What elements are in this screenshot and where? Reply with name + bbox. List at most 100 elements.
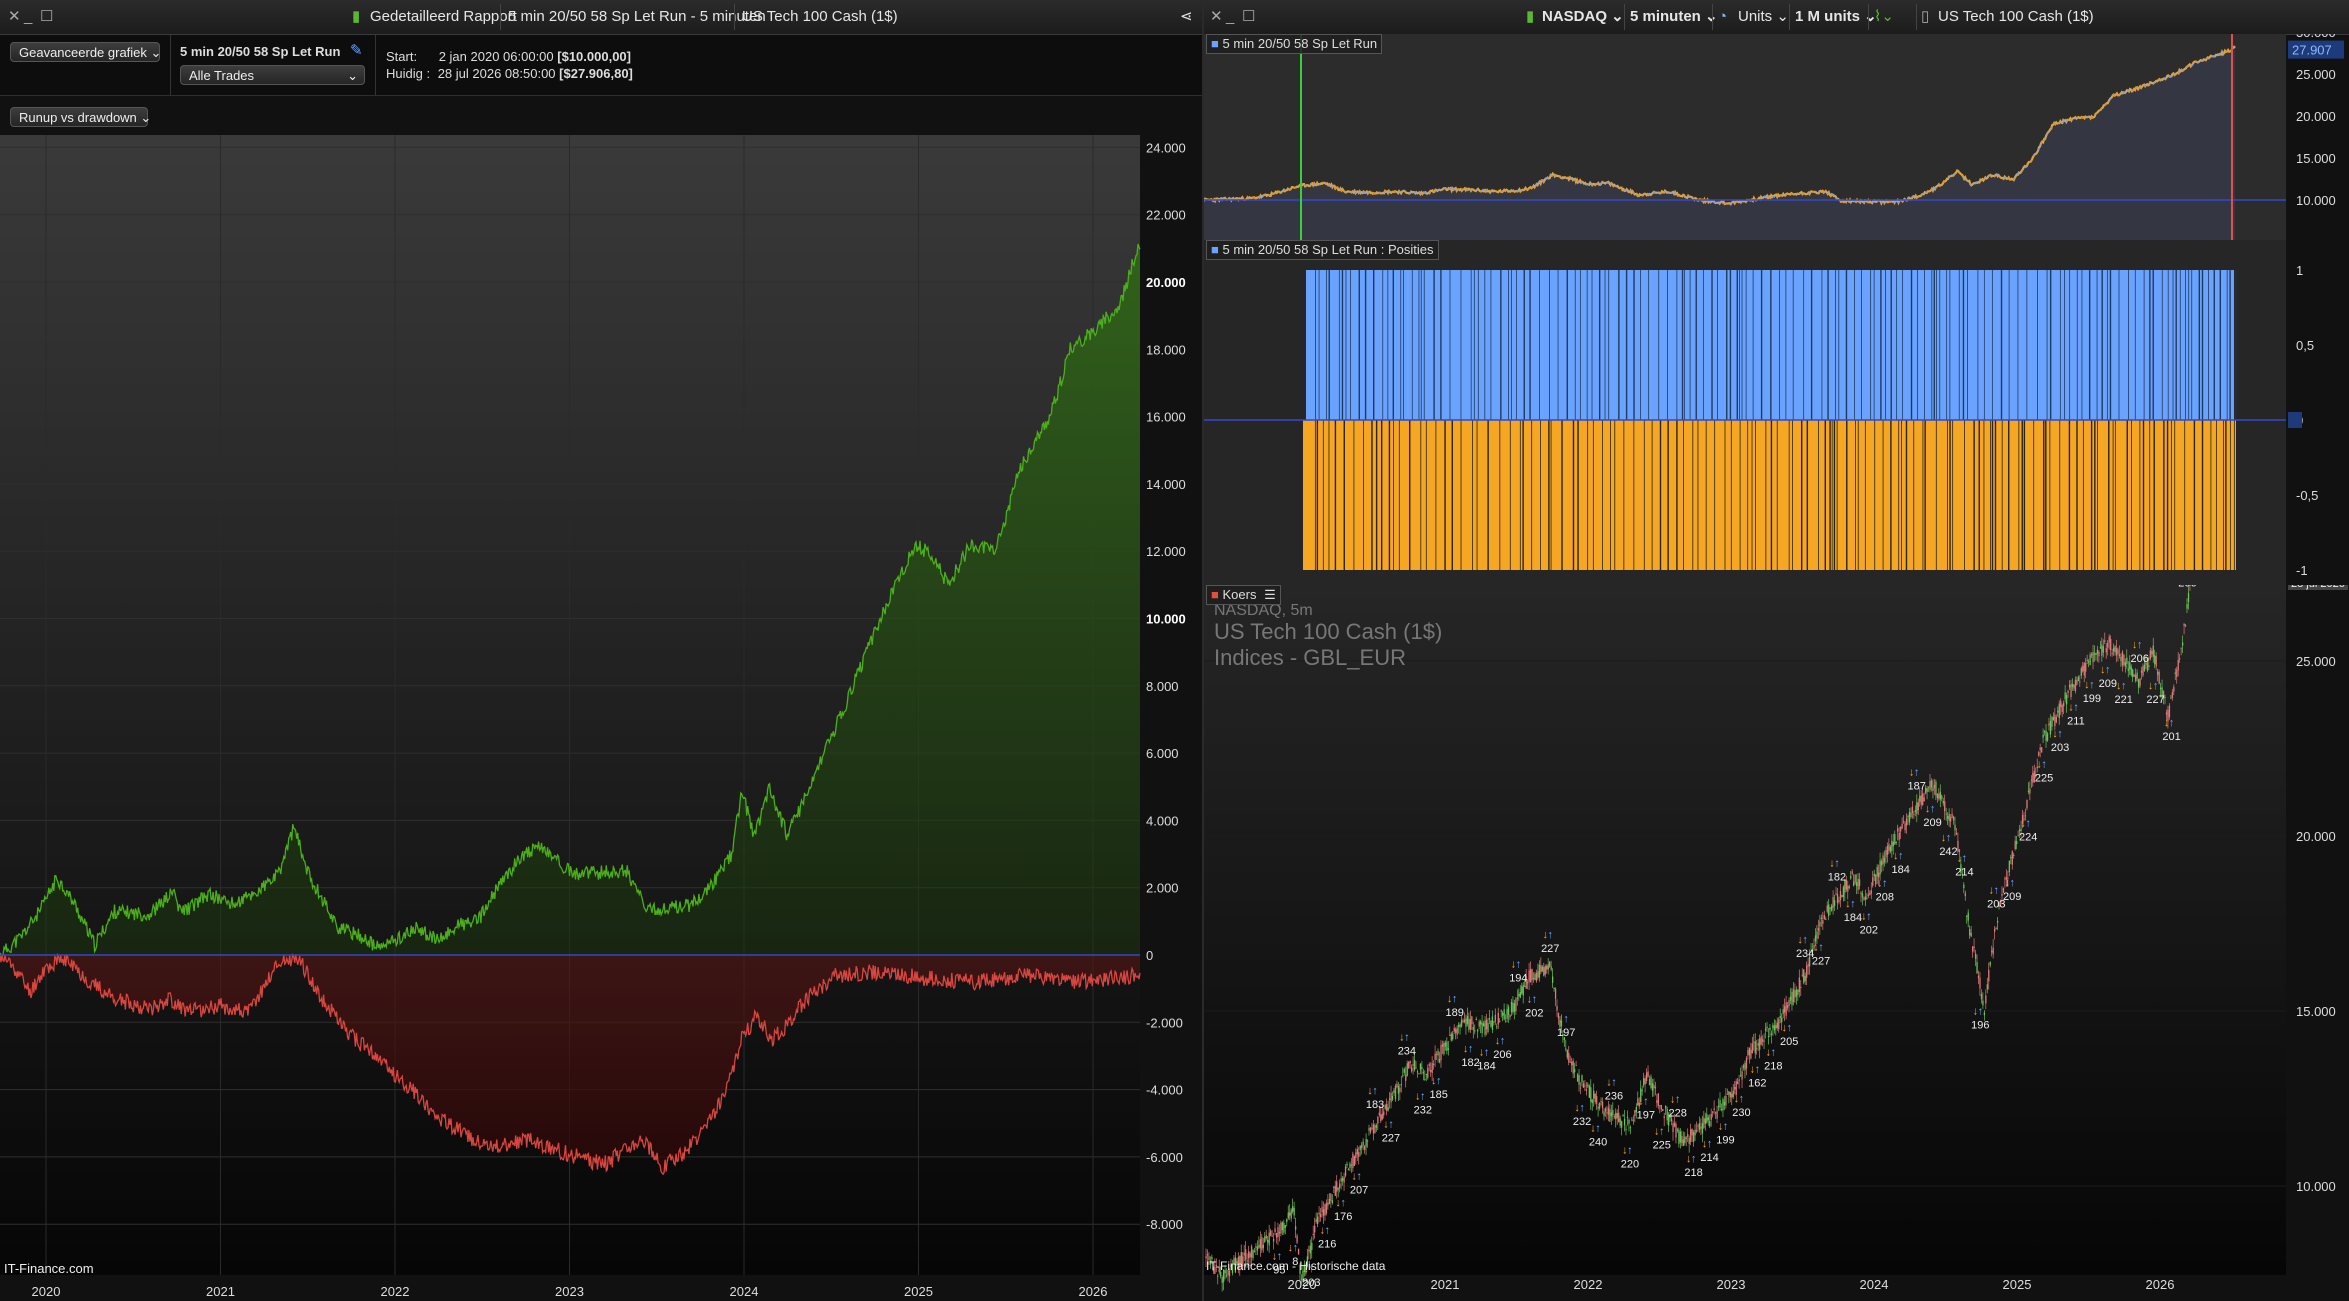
price-candle-body — [1350, 1164, 1353, 1166]
trade-arrow-long: ↑ — [1675, 1094, 1681, 1106]
price-candle-body — [1290, 1209, 1292, 1219]
indicator-icon[interactable]: ⌇⌄ — [1874, 0, 1894, 34]
maximize-icon[interactable]: ☐ — [1242, 0, 1255, 34]
price-candle-body — [1835, 893, 1837, 895]
price-candle-body — [1626, 1116, 1629, 1118]
price-candle-body — [1331, 1200, 1333, 1203]
price-candle-body — [1243, 1252, 1245, 1256]
price-candle-body — [1258, 1244, 1260, 1248]
price-candle-body — [1773, 1025, 1776, 1031]
price-candle-body — [1399, 1087, 1401, 1092]
edit-icon[interactable]: ✎ — [350, 41, 363, 59]
price-candle-body — [1571, 1061, 1573, 1066]
price-candle-body — [2098, 651, 2100, 657]
price-candle-body — [2174, 672, 2176, 674]
price-candle-body — [1764, 1028, 1767, 1031]
price-candle-body — [1933, 784, 1936, 789]
close-icon[interactable]: ✕ — [1210, 0, 1223, 34]
strategy-tab[interactable]: 5 min 20/50 58 Sp Let Run - 5 minuten — [508, 0, 766, 34]
price-candle-body — [1876, 867, 1878, 877]
price-candle-body — [1225, 1275, 1228, 1277]
price-candle-body — [2136, 672, 2138, 679]
price-candle-body — [1317, 1216, 1319, 1225]
price-candle-body — [1529, 969, 1532, 982]
price-candle-body — [2130, 666, 2132, 676]
price-candle-body — [1828, 904, 1830, 917]
price-candle-body — [1256, 1246, 1259, 1251]
price-y-tick: 25.000 — [2296, 654, 2336, 669]
price-candle-body — [1324, 1204, 1326, 1216]
trade-arrow-long: ↑ — [1611, 1077, 1617, 1089]
price-candle-body — [1817, 928, 1820, 931]
price-candle-body — [1631, 1119, 1633, 1121]
price-candle-body — [1656, 1100, 1658, 1103]
price-candle-body — [1497, 1012, 1499, 1025]
price-candle-body — [1547, 964, 1549, 970]
trade-label: 232 — [1573, 1116, 1591, 1128]
trade-arrow-long: ↑ — [2041, 759, 2047, 771]
minimize-icon[interactable]: _ — [1226, 0, 1234, 34]
price-candle-body — [2177, 659, 2179, 671]
trade-label: 199 — [1716, 1135, 1734, 1147]
price-candle-body — [1982, 1000, 1984, 1006]
chart-type-select[interactable]: Geavanceerde grafiek ⌄ — [10, 42, 161, 62]
price-candle-body — [1691, 1129, 1693, 1136]
trade-label: 185 — [1430, 1089, 1448, 1101]
price-candle-body — [1623, 1118, 1626, 1126]
price-candle-body — [1353, 1156, 1356, 1166]
price-candle-body — [1991, 950, 1993, 953]
units-select[interactable]: Units ⌄ — [1738, 0, 1789, 34]
price-candle-body — [1496, 1026, 1498, 1028]
price-candle-body — [1744, 1063, 1746, 1071]
positions-y-tick: -0,5 — [2296, 488, 2318, 503]
price-candle-body — [1375, 1125, 1378, 1128]
long-positions-band — [1306, 270, 2234, 420]
list-icon[interactable]: ☰ — [1264, 587, 1276, 602]
price-candle-body — [2088, 661, 2090, 663]
price-candle-body — [1397, 1085, 1400, 1094]
maximize-icon[interactable]: ☐ — [40, 0, 53, 34]
trades-filter-select[interactable]: Alle Trades ⌄ — [180, 65, 365, 85]
price-candle-body — [1986, 984, 1988, 990]
price-candle-body — [1449, 1034, 1451, 1036]
price-candle-body — [1726, 1093, 1729, 1095]
price-candle-body — [2057, 710, 2059, 713]
price-candle-body — [1261, 1237, 1263, 1251]
interval-select[interactable]: 5 minuten ⌄ — [1630, 0, 1718, 34]
trade-arrow-long: ↑ — [1739, 1093, 1745, 1105]
price-candle-body — [1654, 1086, 1657, 1089]
trade-label: 182 — [1828, 871, 1846, 883]
price-candle-body — [1428, 1064, 1430, 1066]
positions-legend: ■ 5 min 20/50 58 Sp Let Run : Posities — [1206, 240, 1439, 260]
price-candle-body — [1327, 1202, 1329, 1206]
price-candle-body — [1939, 791, 1941, 800]
price-candle-body — [1901, 823, 1903, 829]
instrument-tab[interactable]: US Tech 100 Cash (1$) — [742, 0, 898, 34]
price-candle-body — [1391, 1095, 1394, 1100]
minimize-icon[interactable]: _ — [24, 0, 32, 34]
price-candle-body — [1587, 1084, 1589, 1087]
exchange-select[interactable]: NASDAQ ⌄ — [1542, 0, 1624, 34]
trade-arrow-long: ↑ — [1436, 1075, 1442, 1087]
price-candle-body — [1440, 1045, 1442, 1060]
size-select[interactable]: 1 M units ⌄ — [1795, 0, 1877, 34]
chart-titlebar: ✕ _ ☐ ▮ NASDAQ ⌄ 5 minuten ⌄ ◔ Units ⌄ 1… — [1204, 0, 2349, 35]
price-candle-body — [1973, 946, 1975, 948]
view-select[interactable]: Runup vs drawdown ⌄ — [10, 107, 151, 127]
price-candle-body — [1463, 1019, 1466, 1023]
price-candle-body — [1645, 1072, 1648, 1081]
price-candle-body — [1378, 1112, 1380, 1116]
price-candle-body — [1271, 1235, 1273, 1237]
price-candle-body — [1789, 996, 1792, 1001]
price-candle-body — [1206, 1254, 1209, 1256]
close-icon[interactable]: ✕ — [8, 0, 21, 34]
price-candle-body — [2071, 684, 2074, 688]
trade-arrow-long: ↑ — [1627, 1145, 1633, 1157]
price-candle-body — [1697, 1125, 1699, 1127]
price-candle-body — [1339, 1183, 1341, 1189]
price-candle-body — [1870, 890, 1872, 894]
price-candle-body — [1578, 1075, 1580, 1085]
share-icon[interactable]: ⋖ — [1180, 0, 1193, 34]
price-candle-body — [1286, 1219, 1288, 1223]
trade-arrow-short: ↓ — [1734, 1093, 1740, 1105]
